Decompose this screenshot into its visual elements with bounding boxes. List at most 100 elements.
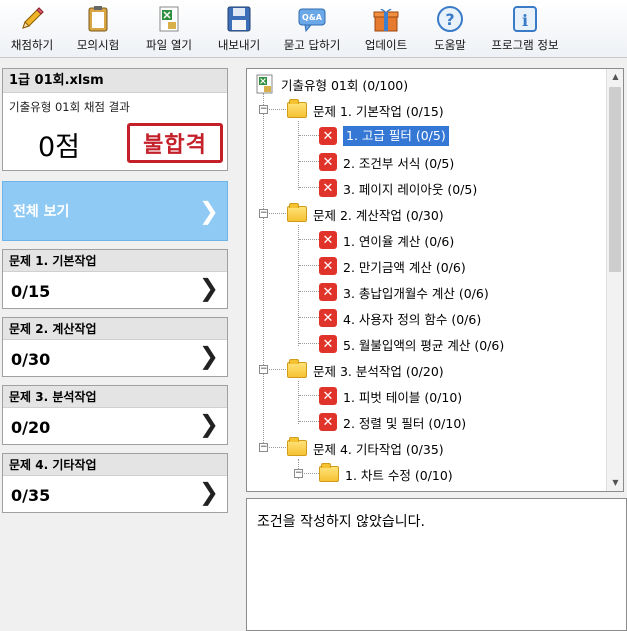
mock-test-button[interactable]: 모의시험: [64, 0, 132, 58]
open-file-button[interactable]: 파일 열기: [132, 0, 206, 58]
chevron-right-icon: ❯: [198, 197, 219, 225]
tree-connector: [299, 187, 321, 188]
tree-connector: [299, 265, 321, 266]
tree-item[interactable]: ✕ 5. 월불입액의 평균 계산 (0/6): [319, 331, 504, 357]
help-button[interactable]: ? 도움말: [420, 0, 480, 58]
fail-x-icon: ✕: [319, 257, 337, 275]
folder-icon: [287, 437, 307, 456]
folder-icon: [287, 359, 307, 378]
tree-connector: [263, 93, 264, 445]
qa-bubble-icon: Q&A: [298, 8, 326, 33]
tree-group-label: 문제 4. 기타작업 (0/35): [313, 441, 444, 457]
tree-subfolder[interactable]: 1. 차트 수정 (0/10): [319, 461, 453, 487]
tree-item[interactable]: ✕ 3. 총납입개월수 계산 (0/6): [319, 279, 489, 305]
folder-icon: [287, 203, 307, 222]
program-info-button[interactable]: i 프로그램 정보: [480, 0, 570, 58]
fail-x-icon: ✕: [319, 179, 337, 197]
folder-icon: [287, 99, 307, 118]
tree-item[interactable]: ✕ 2. 만기금액 계산 (0/6): [319, 253, 466, 279]
tree-connector: [298, 225, 299, 346]
tree-group-1[interactable]: 문제 1. 기본작업 (0/15): [287, 97, 444, 123]
view-all-button[interactable]: 전체 보기 ❯: [2, 181, 228, 241]
question-card-3[interactable]: 문제 3. 분석작업 0/20 ❯: [2, 385, 228, 445]
chevron-right-icon: ❯: [198, 342, 219, 370]
collapse-toggle[interactable]: −: [259, 443, 268, 452]
question-card-score: 0/15: [11, 282, 51, 301]
tree-subfolder-label: 1. 차트 수정 (0/10): [345, 467, 453, 483]
tree-root-label: 기출유형 01회 (0/100): [281, 77, 409, 93]
tree-item-label: 1. 피벗 테이블 (0/10): [343, 389, 463, 405]
excel-file-icon: [256, 74, 273, 94]
tree-item[interactable]: ✕ 1. 고급 필터 (0/5): [319, 123, 449, 149]
scroll-up-icon[interactable]: ▲: [607, 69, 623, 85]
fail-stamp: 불합격: [127, 123, 223, 163]
collapse-toggle[interactable]: −: [294, 469, 303, 478]
svg-text:Q&A: Q&A: [302, 13, 323, 22]
tree-item[interactable]: ✕ 2. 정렬 및 필터 (0/10): [319, 409, 466, 435]
excel-file-icon: [159, 6, 179, 32]
tree-connector: [299, 135, 321, 136]
result-card: 1급 01회.xlsm 기출유형 01회 채점 결과 0점 불합격: [2, 68, 228, 171]
program-info-label: 프로그램 정보: [491, 38, 559, 52]
tree-root[interactable]: 기출유형 01회 (0/100): [255, 71, 408, 97]
tree-item-label: 4. 사용자 정의 함수 (0/6): [343, 311, 482, 327]
question-card-1[interactable]: 문제 1. 기본작업 0/15 ❯: [2, 249, 228, 309]
tree-item[interactable]: ✕ 1. 연이율 계산 (0/6): [319, 227, 454, 253]
help-label: 도움말: [434, 38, 466, 52]
chevron-right-icon: ❯: [198, 274, 219, 302]
tree-connector: [299, 291, 321, 292]
pencil-icon: [22, 7, 44, 29]
question-card-2[interactable]: 문제 2. 계산작업 0/30 ❯: [2, 317, 228, 377]
grade-button[interactable]: 채점하기: [0, 0, 64, 58]
fail-x-icon: ✕: [319, 335, 337, 353]
qa-label: 묻고 답하기: [283, 38, 341, 52]
export-button[interactable]: 내보내기: [206, 0, 272, 58]
qa-button[interactable]: Q&A 묻고 답하기: [272, 0, 352, 58]
tree-group-4[interactable]: 문제 4. 기타작업 (0/35): [287, 435, 444, 461]
tree-connector: [298, 121, 299, 190]
total-score: 0점: [37, 132, 81, 163]
result-tree[interactable]: 기출유형 01회 (0/100) − 문제 1. 기본작업 (0/15) ✕ 1…: [246, 68, 624, 492]
tree-connector: [299, 239, 321, 240]
view-all-label: 전체 보기: [13, 204, 70, 220]
tree-item-label: 1. 연이율 계산 (0/6): [343, 233, 455, 249]
collapse-toggle[interactable]: −: [259, 365, 268, 374]
tree-item[interactable]: ✕ 1. 피벗 테이블 (0/10): [319, 383, 462, 409]
result-subtitle: 기출유형 01회 채점 결과: [9, 100, 130, 114]
tree-group-3[interactable]: 문제 3. 분석작업 (0/20): [287, 357, 444, 383]
scroll-thumb[interactable]: [609, 87, 621, 272]
left-panel: 1급 01회.xlsm 기출유형 01회 채점 결과 0점 불합격 전체 보기 …: [0, 62, 238, 631]
question-card-title: 문제 2. 계산작업: [3, 318, 227, 340]
update-button[interactable]: 업데이트: [352, 0, 420, 58]
detail-message-panel: 조건을 작성하지 않았습니다.: [246, 498, 627, 631]
question-card-score: 0/30: [11, 350, 51, 369]
tree-item-label: 3. 총납입개월수 계산 (0/6): [343, 285, 489, 301]
tree-connector: [299, 395, 321, 396]
grade-label: 채점하기: [10, 38, 54, 52]
help-icon: ?: [437, 6, 463, 32]
toolbar: 채점하기 모의시험 파일 열기 내보내기 Q&A 묻고 답하기 업데이트 ? 도…: [0, 0, 627, 58]
clipboard-icon: [88, 6, 108, 32]
tree-item-label-selected: 1. 고급 필터 (0/5): [343, 126, 449, 146]
mock-test-label: 모의시험: [76, 38, 120, 52]
scroll-down-icon[interactable]: ▼: [607, 475, 623, 491]
collapse-toggle[interactable]: −: [259, 105, 268, 114]
tree-item[interactable]: ✕ 2. 조건부 서식 (0/5): [319, 149, 454, 175]
fail-x-icon: ✕: [319, 231, 337, 249]
tree-group-2[interactable]: 문제 2. 계산작업 (0/30): [287, 201, 444, 227]
vertical-scrollbar[interactable]: ▲ ▼: [606, 69, 623, 491]
tree-group-label: 문제 2. 계산작업 (0/30): [313, 207, 444, 223]
tree-connector: [299, 161, 321, 162]
question-card-title: 문제 4. 기타작업: [3, 454, 227, 476]
collapse-toggle[interactable]: −: [259, 209, 268, 218]
tree-item-label: 3. 페이지 레이아웃 (0/5): [343, 181, 478, 197]
gift-box-icon: [373, 8, 399, 32]
fail-x-icon: ✕: [319, 127, 337, 145]
question-card-score: 0/35: [11, 486, 51, 505]
chevron-right-icon: ❯: [198, 478, 219, 506]
tree-connector: [299, 343, 321, 344]
tree-item[interactable]: ✕ 3. 페이지 레이아웃 (0/5): [319, 175, 477, 201]
question-card-4[interactable]: 문제 4. 기타작업 0/35 ❯: [2, 453, 228, 513]
tree-item[interactable]: ✕ 4. 사용자 정의 함수 (0/6): [319, 305, 481, 331]
tree-group-label: 문제 3. 분석작업 (0/20): [313, 363, 444, 379]
